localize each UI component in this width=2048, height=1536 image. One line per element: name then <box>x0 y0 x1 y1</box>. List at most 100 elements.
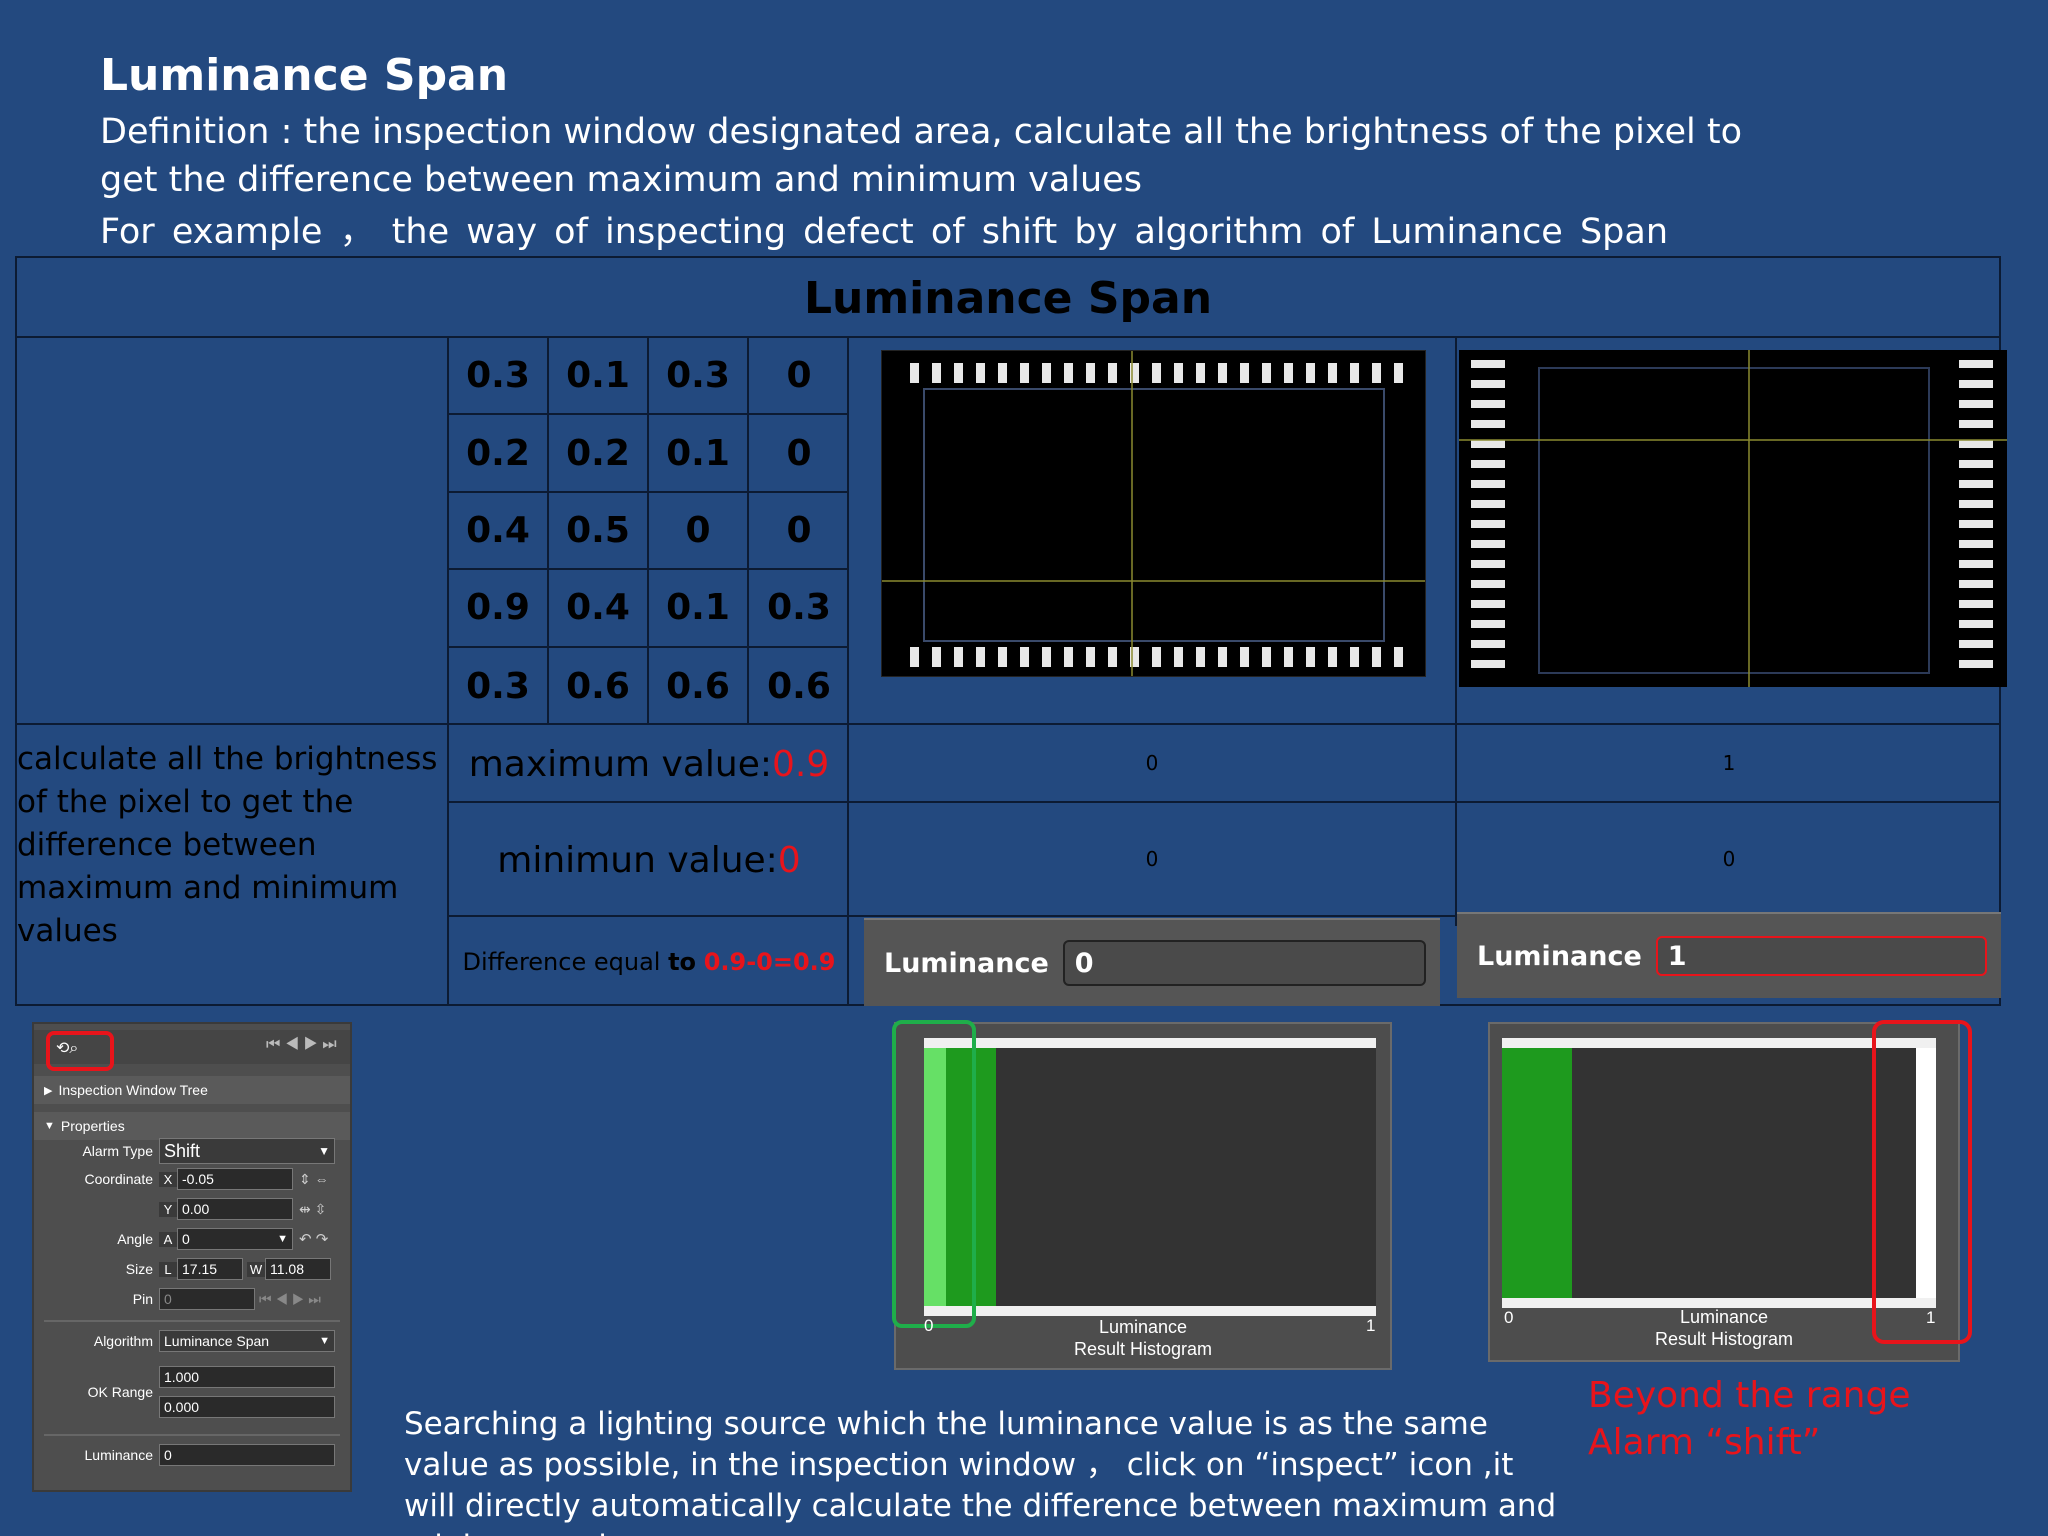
luminance-row: Luminance 0 <box>34 1444 335 1466</box>
alarm-line-2: Alarm “shift” <box>1588 1422 1821 1463</box>
definition-text: Definition : the inspection window desig… <box>100 112 1743 200</box>
algorithm-label: Algorithm <box>93 1333 153 1349</box>
coordinate-y-input[interactable]: 0.00 <box>177 1198 293 1220</box>
pin-label: Pin <box>132 1291 153 1307</box>
properties-label: Properties <box>60 1118 125 1134</box>
normal-max-value: 0 <box>1145 751 1159 775</box>
alarm-type-select[interactable]: Shift ▼ <box>159 1138 335 1164</box>
max-value-cell: maximum value: 0.9 <box>449 725 849 803</box>
angle-value: 0 <box>182 1231 190 1247</box>
histogram-plot <box>924 1038 1376 1316</box>
grid-cell: 0.3 <box>449 338 549 416</box>
ok-range-min-input[interactable]: 0.000 <box>159 1396 335 1418</box>
size-row: Size L 17.15 W 11.08 <box>34 1258 331 1280</box>
grid-cell: 0 <box>749 493 849 571</box>
rotate-icon[interactable]: ↶ ↷ <box>299 1230 328 1248</box>
min-value: 0 <box>777 839 801 881</box>
result-histogram-shifted: 0 1 Luminance Result Histogram <box>1488 1020 1972 1362</box>
grid-cell: 0.4 <box>449 492 549 571</box>
pin-navigation-icons[interactable]: ⏮ ◀ ▶ ⏭ <box>259 1291 321 1308</box>
green-highlight-box <box>892 1020 976 1328</box>
max-value-label: maximum value: <box>468 743 773 785</box>
angle-label: Angle <box>117 1231 153 1247</box>
inspection-image-normal <box>881 350 1426 677</box>
a-tag: A <box>159 1231 177 1247</box>
ok-range-label: OK Range <box>87 1384 153 1400</box>
coordinate-x-input[interactable]: -0.05 <box>177 1168 293 1190</box>
algorithm-select[interactable]: Luminance Span ▼ <box>159 1330 335 1352</box>
grid-cell: 0.5 <box>549 492 649 571</box>
alarm-note: Beyond the range Alarm “shift” <box>1588 1372 1911 1466</box>
inspect-icon[interactable]: ⟲⌕ <box>56 1038 78 1058</box>
histogram-bar <box>1502 1048 1572 1298</box>
navigation-icons[interactable]: ⏮ ◀ ▶ ⏭ <box>266 1036 337 1054</box>
calculation-description: calculate all the brightness of the pixe… <box>17 741 438 949</box>
luminance-value-field: 0 <box>1062 940 1426 986</box>
size-label: Size <box>125 1261 153 1277</box>
grid-cell: 0.3 <box>649 338 749 416</box>
alarm-type-value: Shift <box>164 1140 201 1161</box>
luminance-span-table: Luminance Span 0.3 0.1 0.3 0 0.2 0.2 0.1… <box>15 256 2007 1007</box>
table-title: Luminance Span <box>803 272 1213 324</box>
panel-divider <box>44 1320 340 1322</box>
grid-cell: 0.1 <box>649 570 749 648</box>
shifted-min-value: 0 <box>1722 847 1736 871</box>
result-histogram-normal: 0 1 Luminance Result Histogram <box>892 1020 1392 1370</box>
pin-row: Pin 0 ⏮ ◀ ▶ ⏭ <box>34 1288 321 1310</box>
luminance-label: Luminance <box>84 1447 154 1463</box>
w-tag: W <box>247 1261 265 1277</box>
chevron-down-icon: ▼ <box>277 1233 288 1245</box>
chevron-down-icon: ▼ <box>318 1144 330 1158</box>
pin-input[interactable]: 0 <box>159 1288 255 1310</box>
algorithm-row: Algorithm Luminance Span ▼ <box>34 1330 335 1352</box>
grid-cell: 0.2 <box>549 415 649 493</box>
luminance-value-field: 1 <box>1655 936 1987 976</box>
min-value-label: minimun value: <box>497 839 778 881</box>
grid-cell: 0.6 <box>649 647 749 725</box>
align-icon[interactable]: ⇹ ⇳ <box>299 1201 326 1218</box>
luminance-label: Luminance <box>1477 940 1642 972</box>
coordinate-x-row: Coordinate X -0.05 ⇕ ⇔ <box>34 1168 329 1190</box>
histogram-caption-1: Luminance <box>1679 1307 1769 1327</box>
max-value: 0.9 <box>772 743 830 785</box>
inspection-tree-label: Inspection Window Tree <box>58 1082 208 1098</box>
difference-value: 0.9-0=0.9 <box>703 948 836 976</box>
grid-cell: 0.1 <box>649 415 749 493</box>
grid-cell: 0.1 <box>549 338 649 416</box>
grid-cell: 0.4 <box>549 570 649 648</box>
properties-header[interactable]: ▼ Properties <box>34 1112 350 1140</box>
alarm-type-label: Alarm Type <box>82 1143 153 1159</box>
luminance-input[interactable]: 0 <box>159 1444 335 1466</box>
luminance-readout-shifted: Luminance 1 <box>1457 912 2001 998</box>
size-l-input[interactable]: 17.15 <box>177 1258 243 1280</box>
luminance-label: Luminance <box>884 947 1049 979</box>
grid-cell: 0.3 <box>449 647 549 725</box>
inspection-tree-header[interactable]: ▶ Inspection Window Tree <box>34 1076 350 1104</box>
properties-panel: ⟲⌕ ⏮ ◀ ▶ ⏭ ▶ Inspection Window Tree ▼ Pr… <box>32 1022 352 1492</box>
algorithm-value: Luminance Span <box>164 1333 270 1349</box>
size-w-input[interactable]: 11.08 <box>265 1258 331 1280</box>
angle-input[interactable]: 0 ▼ <box>177 1228 293 1250</box>
grid-cell: 0.9 <box>449 570 549 648</box>
x-tag: X <box>159 1171 177 1187</box>
normal-min-value: 0 <box>1145 847 1159 871</box>
grid-cell: 0 <box>749 338 849 416</box>
align-icon[interactable]: ⇕ ⇔ <box>299 1171 329 1188</box>
l-tag: L <box>159 1261 177 1277</box>
shifted-max-value: 1 <box>1722 751 1736 775</box>
grid-cell: 0.6 <box>549 647 649 725</box>
grid-cell: 0.3 <box>749 570 849 648</box>
red-highlight-box <box>1872 1020 1972 1344</box>
ok-range-row: OK Range 1.000 0.000 <box>34 1364 335 1420</box>
panel-divider <box>44 1434 340 1436</box>
difference-cell: Difference equal to 0.9-0=0.9 <box>449 917 849 1007</box>
example-text: For example ， the way of inspecting defe… <box>100 212 1669 252</box>
expand-arrow-icon: ▶ <box>44 1084 53 1097</box>
ok-range-max-input[interactable]: 1.000 <box>159 1366 335 1388</box>
alarm-type-row: Alarm Type Shift ▼ <box>34 1138 335 1164</box>
histogram-caption-2: Result Histogram <box>1073 1339 1213 1359</box>
grid-cell: 0 <box>649 492 749 571</box>
grid-cell: 0 <box>749 415 849 493</box>
panel-toolbar: ⟲⌕ ⏮ ◀ ▶ ⏭ <box>34 1030 350 1071</box>
grid-cell: 0.6 <box>767 665 831 707</box>
